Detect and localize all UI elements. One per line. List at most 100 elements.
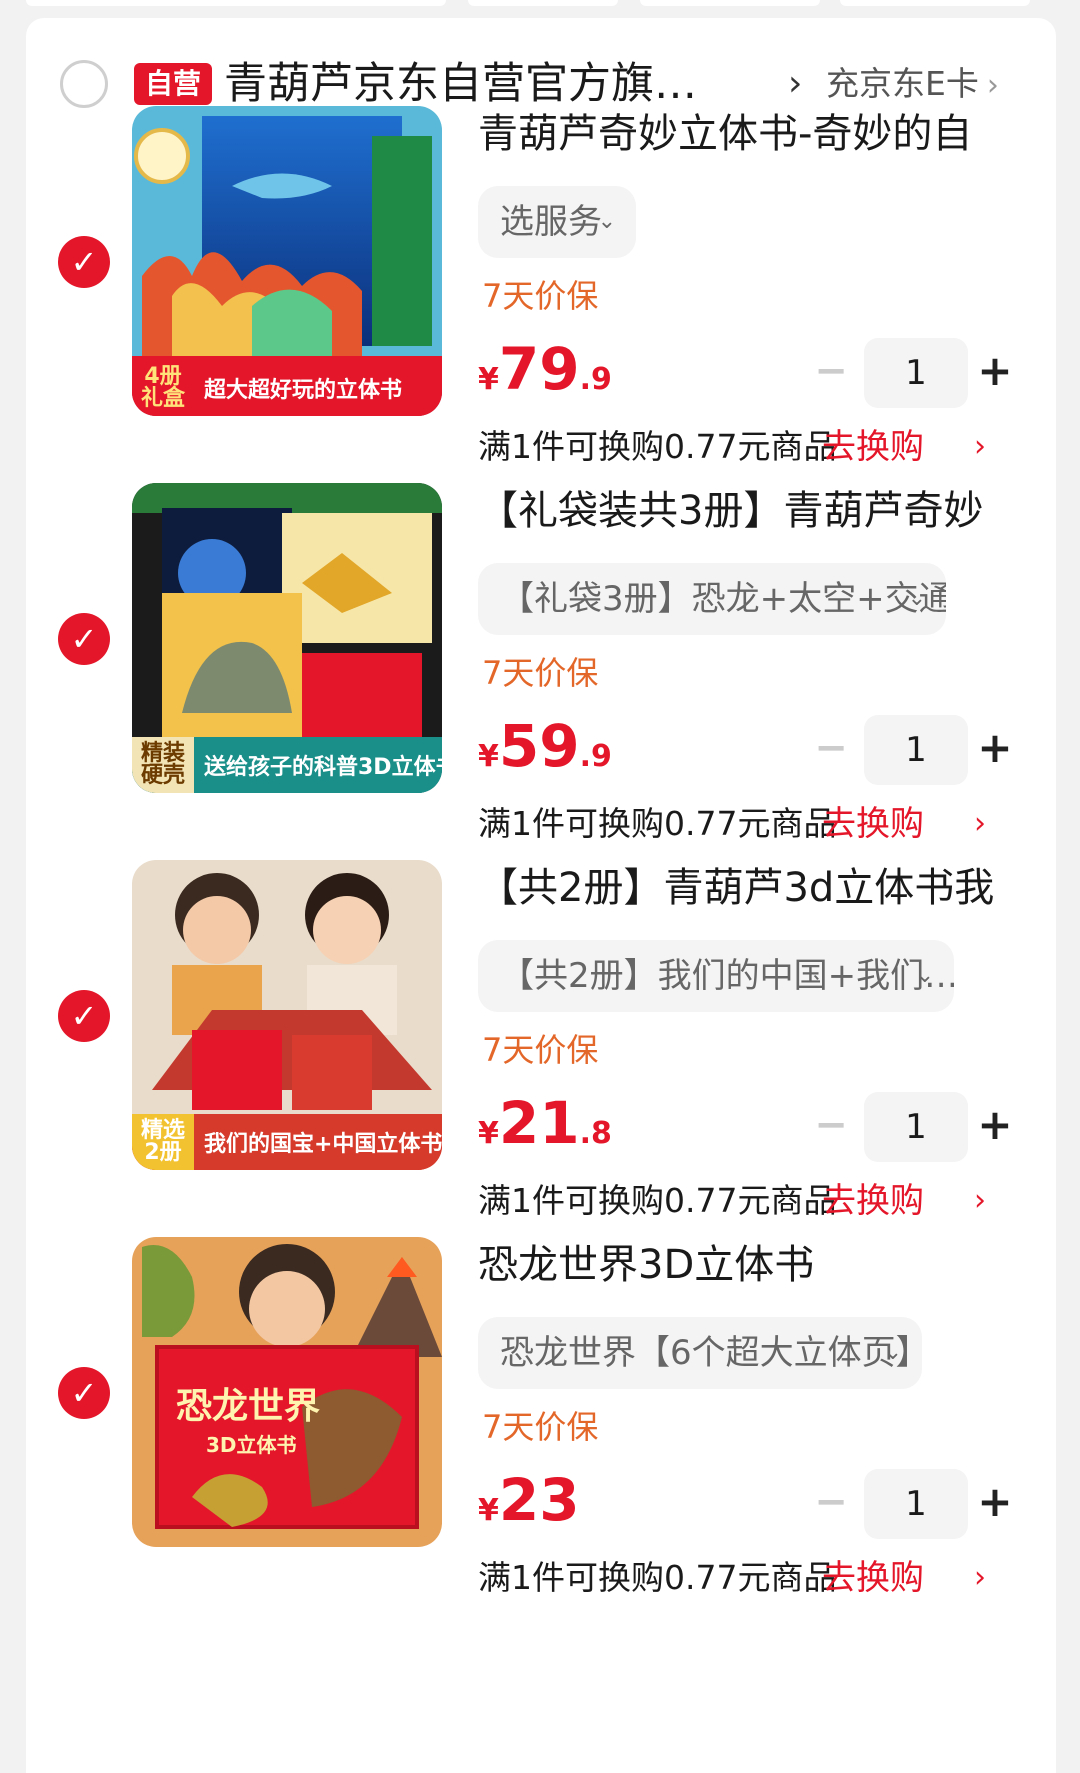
previous-card-edge [26, 0, 446, 6]
store-header: 自营 青葫芦京东自营官方旗… › 充京东E卡 › [26, 40, 1056, 109]
promo-text: 满1件可换购0.77元商品 [478, 804, 837, 843]
price-currency: ¥ [478, 1116, 499, 1151]
quantity-input[interactable]: 1 [864, 1469, 968, 1539]
add-on-promo: 满1件可换购0.77元商品 去换购 › [478, 422, 1038, 472]
price-integer: 59 [498, 712, 580, 780]
promo-chevron-icon[interactable]: › [974, 1553, 986, 1603]
promo-chevron-icon[interactable]: › [974, 799, 986, 849]
product-image[interactable]: 精装 硬壳 送给孩子的科普3D立体书 [132, 483, 442, 793]
quantity-stepper: − 1 + [806, 1469, 1016, 1539]
product-image-caption: 我们的国宝+中国立体书 [204, 1132, 442, 1157]
previous-card-edge [468, 0, 618, 6]
ecard-link[interactable]: 充京东E卡 › [826, 64, 999, 106]
service-select[interactable]: 【共2册】我们的中国+我们… ⌄ [478, 940, 954, 1012]
product-image[interactable]: 4册 礼盒 超大超好玩的立体书 [132, 106, 442, 416]
cart-item: ✓ 精选 2册 我们的国宝+中国立体书 【共2册】青葫芦3d立体书我 【共2册】… [26, 860, 1056, 1280]
chevron-down-icon: ⌄ [883, 1340, 902, 1365]
add-on-promo: 满1件可换购0.77元商品 去换购 › [478, 799, 1038, 849]
price-currency: ¥ [478, 362, 499, 397]
item-select-checkbox[interactable]: ✓ [58, 236, 110, 288]
increase-quantity-button[interactable]: + [970, 715, 1020, 785]
service-select[interactable]: 【礼袋3册】恐龙+太空+交通 ⌄ [478, 563, 946, 635]
increase-quantity-button[interactable]: + [970, 338, 1020, 408]
item-price: ¥23 [478, 1465, 580, 1550]
add-on-promo: 满1件可换购0.77元商品 去换购 › [478, 1553, 1038, 1603]
price-guarantee-label: 7天价保 [482, 654, 599, 692]
product-image-tag: 精选 2册 [132, 1114, 194, 1170]
ecard-label: 充京东E卡 [826, 64, 979, 103]
quantity-input[interactable]: 1 [864, 715, 968, 785]
promo-text: 满1件可换购0.77元商品 [478, 1181, 837, 1220]
chevron-down-icon: ⌄ [597, 209, 616, 234]
product-image[interactable]: 精选 2册 我们的国宝+中国立体书 [132, 860, 442, 1170]
price-guarantee-label: 7天价保 [482, 1408, 599, 1446]
product-image-banner: 精装 硬壳 送给孩子的科普3D立体书 [132, 737, 442, 793]
product-image-caption: 超大超好玩的立体书 [204, 378, 403, 403]
quantity-input[interactable]: 1 [864, 1092, 968, 1162]
price-decimal: .9 [579, 362, 612, 397]
item-select-checkbox[interactable]: ✓ [58, 1367, 110, 1419]
previous-card-edge [640, 0, 820, 6]
price-guarantee-label: 7天价保 [482, 1031, 599, 1069]
store-select-radio[interactable] [60, 60, 108, 108]
price-guarantee-label: 7天价保 [482, 277, 599, 315]
product-image[interactable]: 恐龙世界 3D立体书 [132, 1237, 442, 1547]
cart-item: ✓ 精装 硬壳 送给孩子的科普3D立体书 【礼袋装共3册】青葫芦奇妙 【礼袋3册… [26, 483, 1056, 903]
price-currency: ¥ [478, 739, 499, 774]
promo-text: 满1件可换购0.77元商品 [478, 1558, 837, 1597]
cart-item: ✓ 恐龙世界 3D立体书 恐龙世界3D立体书 恐龙世界【6个超大立体页】 ⌄ 7… [26, 1237, 1056, 1657]
product-image-caption: 送给孩子的科普3D立体书 [204, 755, 442, 780]
promo-chevron-icon[interactable]: › [974, 422, 986, 472]
store-cart-card: 自营 青葫芦京东自营官方旗… › 充京东E卡 › ✓ 4册 礼盒 超大超好玩的立… [26, 18, 1056, 1773]
increase-quantity-button[interactable]: + [970, 1469, 1020, 1539]
price-integer: 79 [498, 335, 580, 403]
product-image-subtitle: 3D立体书 [206, 1433, 297, 1457]
product-title[interactable]: 【共2册】青葫芦3d立体书我 [478, 860, 1038, 916]
item-price: ¥59.9 [478, 711, 612, 796]
product-image-tag: 精装 硬壳 [132, 737, 194, 793]
price-integer: 21 [498, 1089, 580, 1157]
promo-exchange-link[interactable]: 去换购 [822, 1176, 924, 1226]
ecard-chevron-icon: › [986, 68, 999, 103]
decrease-quantity-button[interactable]: − [806, 715, 856, 785]
price-decimal: .9 [579, 739, 612, 774]
service-select-label: 【礼袋3册】恐龙+太空+交通 [500, 579, 946, 619]
previous-card-edge [840, 0, 1030, 6]
product-image-banner: 精选 2册 我们的国宝+中国立体书 [132, 1114, 442, 1170]
product-title[interactable]: 青葫芦奇妙立体书-奇妙的自 [478, 106, 1038, 162]
store-name[interactable]: 青葫芦京东自营官方旗… [224, 56, 784, 112]
price-decimal: .8 [579, 1116, 612, 1151]
service-select[interactable]: 恐龙世界【6个超大立体页】 ⌄ [478, 1317, 922, 1389]
promo-exchange-link[interactable]: 去换购 [822, 1553, 924, 1603]
promo-chevron-icon[interactable]: › [974, 1176, 986, 1226]
price-currency: ¥ [478, 1493, 499, 1528]
decrease-quantity-button[interactable]: − [806, 338, 856, 408]
promo-exchange-link[interactable]: 去换购 [822, 799, 924, 849]
increase-quantity-button[interactable]: + [970, 1092, 1020, 1162]
promo-exchange-link[interactable]: 去换购 [822, 422, 924, 472]
product-title[interactable]: 【礼袋装共3册】青葫芦奇妙 [478, 483, 1038, 539]
price-integer: 23 [498, 1466, 580, 1534]
product-title[interactable]: 恐龙世界3D立体书 [478, 1237, 1038, 1293]
decrease-quantity-button[interactable]: − [806, 1092, 856, 1162]
item-price: ¥79.9 [478, 334, 612, 419]
promo-text: 满1件可换购0.77元商品 [478, 427, 837, 466]
chevron-down-icon: ⌄ [907, 586, 926, 611]
self-operated-badge: 自营 [134, 63, 212, 105]
add-on-promo: 满1件可换购0.77元商品 去换购 › [478, 1176, 1038, 1226]
quantity-stepper: − 1 + [806, 338, 1016, 408]
quantity-input[interactable]: 1 [864, 338, 968, 408]
item-price: ¥21.8 [478, 1088, 612, 1173]
product-image-title: 恐龙世界 [176, 1386, 321, 1427]
product-image-banner: 4册 礼盒 超大超好玩的立体书 [132, 360, 442, 416]
item-select-checkbox[interactable]: ✓ [58, 990, 110, 1042]
decrease-quantity-button[interactable]: − [806, 1469, 856, 1539]
service-select[interactable]: 选服务 ⌄ [478, 186, 636, 258]
store-chevron-icon[interactable]: › [788, 64, 802, 104]
top-strip [0, 0, 1080, 18]
service-select-label: 恐龙世界【6个超大立体页】 [500, 1333, 922, 1373]
service-select-label: 选服务 [500, 202, 602, 242]
quantity-stepper: − 1 + [806, 1092, 1016, 1162]
cart-item: ✓ 4册 礼盒 超大超好玩的立体书 青葫芦奇妙立体书-奇妙的自 选服务 ⌄ 7天… [26, 106, 1056, 526]
item-select-checkbox[interactable]: ✓ [58, 613, 110, 665]
